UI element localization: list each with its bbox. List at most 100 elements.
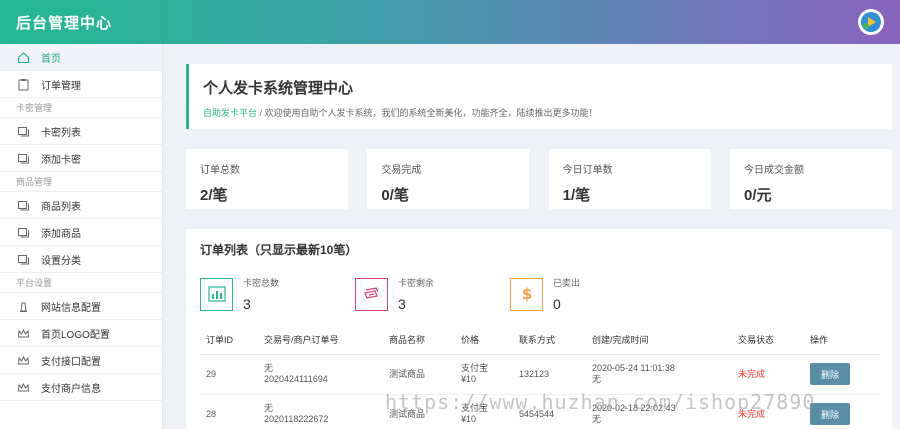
sidebar-section-platform: 平台设置	[0, 273, 162, 293]
sidebar-item-merchant-info[interactable]: 支付商户信息	[0, 374, 162, 401]
sidebar-item-label: 添加商品	[41, 228, 81, 240]
cell-product: 测试商品	[383, 354, 455, 395]
svg-text:$: $	[521, 285, 531, 303]
sidebar-section-card: 卡密管理	[0, 98, 162, 118]
main-content: 个人发卡系统管理中心 自助发卡平台 / 欢迎使用自助个人发卡系统，我们的系统全新…	[163, 44, 900, 429]
column-header: 交易号/商户订单号	[258, 326, 383, 355]
card-icon	[355, 277, 388, 311]
column-header: 订单ID	[200, 326, 258, 355]
stat-card-completed: 交易完成 0/笔	[367, 149, 530, 209]
created-time: 2020-05-24 11:01:38	[592, 363, 675, 373]
stat-card-today-orders: 今日订单数 1/笔	[548, 149, 711, 209]
sidebar-item-label: 支付接口配置	[41, 356, 101, 368]
breadcrumb: 自助发卡平台 / 欢迎使用自助个人发卡系统，我们的系统全新美化，功能齐全，陆续推…	[203, 106, 878, 119]
stat-label: 订单总数	[200, 165, 240, 176]
counter-card-sold: $ 已卖出 0	[510, 276, 665, 312]
status-badge: 未完成	[732, 394, 804, 429]
sidebar-item-label: 支付商户信息	[41, 383, 101, 395]
crown-icon	[16, 380, 30, 394]
created-time: 2020-02-18 22:02:43	[592, 403, 676, 413]
sidebar-item-product-list[interactable]: 商品列表	[0, 192, 162, 219]
table-row: 29 无 2020424111694 测试商品 支付宝 ¥10 132123 202…	[200, 354, 880, 395]
merchant-no: 2020118222672	[264, 414, 329, 424]
sidebar-item-card-add[interactable]: 添加卡密	[0, 145, 162, 172]
top-bar: 后台管理中心	[0, 0, 900, 44]
cell-action: 删除	[804, 354, 880, 395]
delete-button[interactable]: 删除	[810, 403, 850, 425]
counter-value: 3	[243, 296, 251, 312]
counter-card-total: 卡密总数 3	[200, 276, 355, 312]
clipboard-icon	[16, 77, 30, 91]
sidebar-item-label: 设置分类	[41, 255, 81, 267]
stats-row: 订单总数 2/笔 交易完成 0/笔 今日订单数 1/笔 今日成交金额 0/元	[186, 149, 892, 209]
cell-product: 测试商品	[383, 394, 455, 429]
breadcrumb-link[interactable]: 自助发卡平台	[203, 108, 257, 118]
status-badge: 未完成	[732, 354, 804, 395]
cell-price: 支付宝 ¥10	[455, 394, 513, 429]
counter-label: 卡密总数	[243, 278, 280, 288]
column-header: 创建/完成时间	[586, 326, 732, 355]
card-add-icon	[16, 151, 30, 165]
crown-icon	[16, 353, 30, 367]
orders-table: 订单ID 交易号/商户订单号 商品名称 价格 联系方式 创建/完成时间 交易状态…	[200, 326, 880, 429]
trade-no: 无	[264, 403, 274, 413]
pay-method: 支付宝	[461, 403, 489, 413]
sidebar-item-product-add[interactable]: 添加商品	[0, 219, 162, 246]
sidebar-item-label: 卡密列表	[41, 127, 81, 139]
sidebar-item-site-config[interactable]: 网站信息配置	[0, 293, 162, 320]
product-add-icon	[16, 225, 30, 239]
stat-label: 交易完成	[381, 165, 422, 176]
sidebar-item-label: 首页LOGO配置	[41, 329, 110, 341]
cell-time: 2020-02-18 22:02:43 无	[586, 394, 732, 429]
stat-label: 今日订单数	[562, 165, 613, 176]
sidebar-item-card-list[interactable]: 卡密列表	[0, 118, 162, 145]
sidebar-item-category[interactable]: 设置分类	[0, 246, 162, 273]
orders-panel: 订单列表（只显示最新10笔） 卡密总数 3 卡密剩余 3 $ 已卖出 0 订单I…	[186, 229, 892, 429]
app-logo-icon[interactable]	[858, 9, 884, 35]
counter-label: 已卖出	[553, 278, 581, 288]
price: ¥10	[461, 414, 477, 424]
counter-value: 0	[553, 296, 561, 312]
sidebar-item-logo-config[interactable]: 首页LOGO配置	[0, 320, 162, 347]
cell-order-id: 29	[200, 354, 258, 395]
sidebar-item-label: 首页	[41, 53, 61, 65]
pay-method: 支付宝	[461, 363, 489, 373]
cell-action: 删除	[804, 394, 880, 429]
column-header: 价格	[455, 326, 513, 355]
column-header: 商品名称	[383, 326, 455, 355]
home-icon	[16, 50, 30, 64]
counter-card-remaining: 卡密剩余 3	[355, 276, 510, 312]
column-header: 操作	[804, 326, 880, 355]
orders-title: 订单列表（只显示最新10笔）	[200, 243, 358, 257]
sidebar-item-label: 商品列表	[41, 201, 81, 213]
sidebar-item-home[interactable]: 首页	[0, 44, 162, 71]
trade-no: 无	[264, 363, 274, 373]
delete-button[interactable]: 删除	[810, 363, 850, 385]
stat-value: 0/元	[743, 187, 772, 204]
sidebar-item-label: 网站信息配置	[41, 302, 101, 314]
price: ¥10	[461, 374, 477, 384]
finished-time: 无	[592, 374, 602, 384]
stat-label: 今日成交金额	[743, 165, 804, 176]
category-icon	[16, 252, 30, 266]
sidebar-item-label: 添加卡密	[41, 154, 81, 166]
card-list-icon	[16, 124, 30, 138]
sidebar-section-product: 商品管理	[0, 172, 162, 192]
dollar-icon: $	[510, 277, 543, 311]
counter-label: 卡密剩余	[398, 278, 435, 288]
counter-row: 卡密总数 3 卡密剩余 3 $ 已卖出 0	[200, 276, 878, 312]
stat-value: 0/笔	[381, 187, 409, 204]
breadcrumb-separator: /	[257, 108, 265, 118]
stat-card-total-orders: 订单总数 2/笔	[186, 149, 348, 209]
product-list-icon	[16, 198, 30, 212]
table-row: 28 无 2020118222672 测试商品 支付宝 ¥10 5454544 20…	[200, 394, 880, 429]
cell-order-id: 28	[200, 394, 258, 429]
sidebar-item-payment-config[interactable]: 支付接口配置	[0, 347, 162, 374]
sidebar: 首页 订单管理 卡密管理 卡密列表 添加卡密 商品管理 商品列表 添加商品 设置…	[0, 44, 163, 429]
welcome-message: 欢迎使用自助个人发卡系统，我们的系统全新美化，功能齐全，陆续推出更多功能！	[264, 108, 598, 118]
stat-value: 1/笔	[562, 187, 591, 204]
welcome-panel: 个人发卡系统管理中心 自助发卡平台 / 欢迎使用自助个人发卡系统，我们的系统全新…	[186, 64, 892, 129]
sidebar-item-orders[interactable]: 订单管理	[0, 71, 162, 98]
cell-price: 支付宝 ¥10	[455, 354, 513, 395]
column-header: 交易状态	[732, 326, 804, 355]
